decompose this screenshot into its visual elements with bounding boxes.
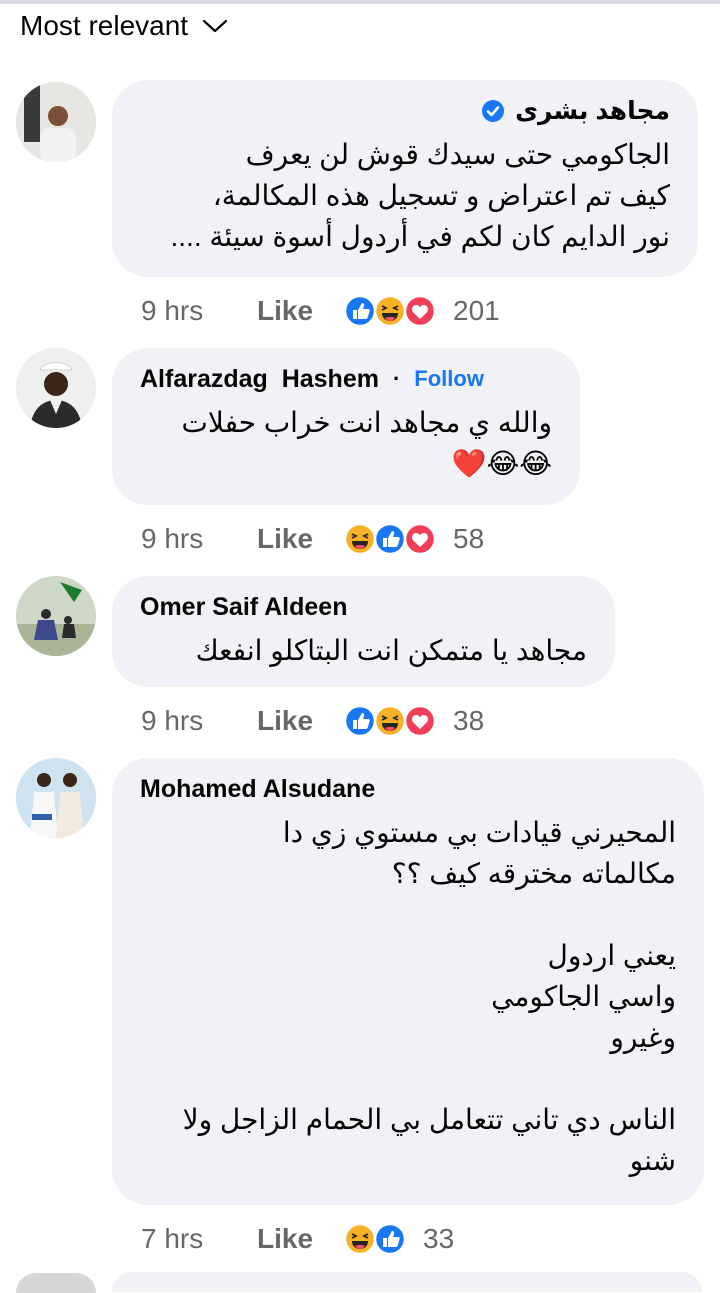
haha-reaction-icon xyxy=(343,522,377,556)
comment-bubble xyxy=(112,1272,702,1292)
comment-meta: 7 hrs Like 33 xyxy=(141,1217,454,1261)
comment-bubble: Omer Saif Aldeen مجاهد يا متمكن انت البت… xyxy=(112,576,615,687)
chevron-down-icon xyxy=(202,19,228,33)
avatar[interactable] xyxy=(16,758,96,838)
comment-author[interactable]: Mohamed Alsudane xyxy=(140,775,375,804)
avatar[interactable] xyxy=(16,576,96,656)
comment-author[interactable]: Omer Saif Aldeen xyxy=(140,593,347,622)
top-divider xyxy=(0,0,720,4)
avatar[interactable] xyxy=(16,1273,96,1293)
comment-bubble: Mohamed Alsudane المحيرني قيادات بي مستو… xyxy=(112,758,704,1205)
verified-badge-icon xyxy=(482,100,505,122)
comment-author[interactable]: Alfarazdag Hashem xyxy=(140,365,379,394)
like-button[interactable]: Like xyxy=(257,523,343,555)
comment-author-row: Omer Saif Aldeen xyxy=(140,590,587,624)
comment-meta: 9 hrs Like 58 xyxy=(141,517,484,561)
avatar[interactable] xyxy=(16,348,96,428)
comment-text: والله ي مجاهد انت خراب حفلات 😂😂❤️ xyxy=(181,407,553,479)
follow-button[interactable]: Follow xyxy=(414,366,484,392)
reaction-count[interactable]: 38 xyxy=(453,705,484,737)
comment-bubble: مجاهد بشرى الجاكومي حتى سيدك قوش لن يعرف… xyxy=(112,80,698,277)
comment-text: المحيرني قيادات بي مستوي زي دا مكالماته … xyxy=(182,817,676,1176)
comment-timestamp[interactable]: 9 hrs xyxy=(141,295,257,327)
reaction-summary[interactable] xyxy=(343,294,437,328)
avatar[interactable] xyxy=(16,82,96,162)
haha-reaction-icon xyxy=(343,1222,377,1256)
comment-author-row: Alfarazdag Hashem · Follow xyxy=(140,362,552,396)
like-button[interactable]: Like xyxy=(257,1223,343,1255)
sort-dropdown[interactable]: Most relevant xyxy=(20,6,228,46)
comment-meta: 9 hrs Like 38 xyxy=(141,699,484,743)
like-reaction-icon xyxy=(373,1222,407,1256)
comment-author-row: Mohamed Alsudane xyxy=(140,772,676,806)
comment-timestamp[interactable]: 9 hrs xyxy=(141,523,257,555)
comment-meta: 9 hrs Like 201 xyxy=(141,289,500,333)
sort-label: Most relevant xyxy=(20,10,189,41)
comment-text: الجاكومي حتى سيدك قوش لن يعرف كيف تم اعت… xyxy=(170,139,670,252)
comment-author[interactable]: مجاهد بشرى xyxy=(515,96,670,126)
love-reaction-icon xyxy=(403,704,437,738)
haha-reaction-icon xyxy=(373,704,407,738)
love-reaction-icon xyxy=(403,522,437,556)
comment-author-row: مجاهد بشرى xyxy=(140,94,670,128)
author-separator: · xyxy=(392,366,401,391)
comment-timestamp[interactable]: 7 hrs xyxy=(141,1223,257,1255)
comment-timestamp[interactable]: 9 hrs xyxy=(141,705,257,737)
reaction-summary[interactable] xyxy=(343,704,437,738)
like-button[interactable]: Like xyxy=(257,295,343,327)
reaction-count[interactable]: 58 xyxy=(453,523,484,555)
haha-reaction-icon xyxy=(373,294,407,328)
comment-text: مجاهد يا متمكن انت البتاكلو انفعك xyxy=(195,635,587,666)
like-button[interactable]: Like xyxy=(257,705,343,737)
reaction-summary[interactable] xyxy=(343,522,437,556)
love-reaction-icon xyxy=(403,294,437,328)
reaction-count[interactable]: 33 xyxy=(423,1223,454,1255)
reaction-count[interactable]: 201 xyxy=(453,295,500,327)
like-reaction-icon xyxy=(343,294,377,328)
comment-bubble: Alfarazdag Hashem · Follow والله ي مجاهد… xyxy=(112,348,580,505)
reaction-summary[interactable] xyxy=(343,1222,407,1256)
like-reaction-icon xyxy=(373,522,407,556)
like-reaction-icon xyxy=(343,704,377,738)
